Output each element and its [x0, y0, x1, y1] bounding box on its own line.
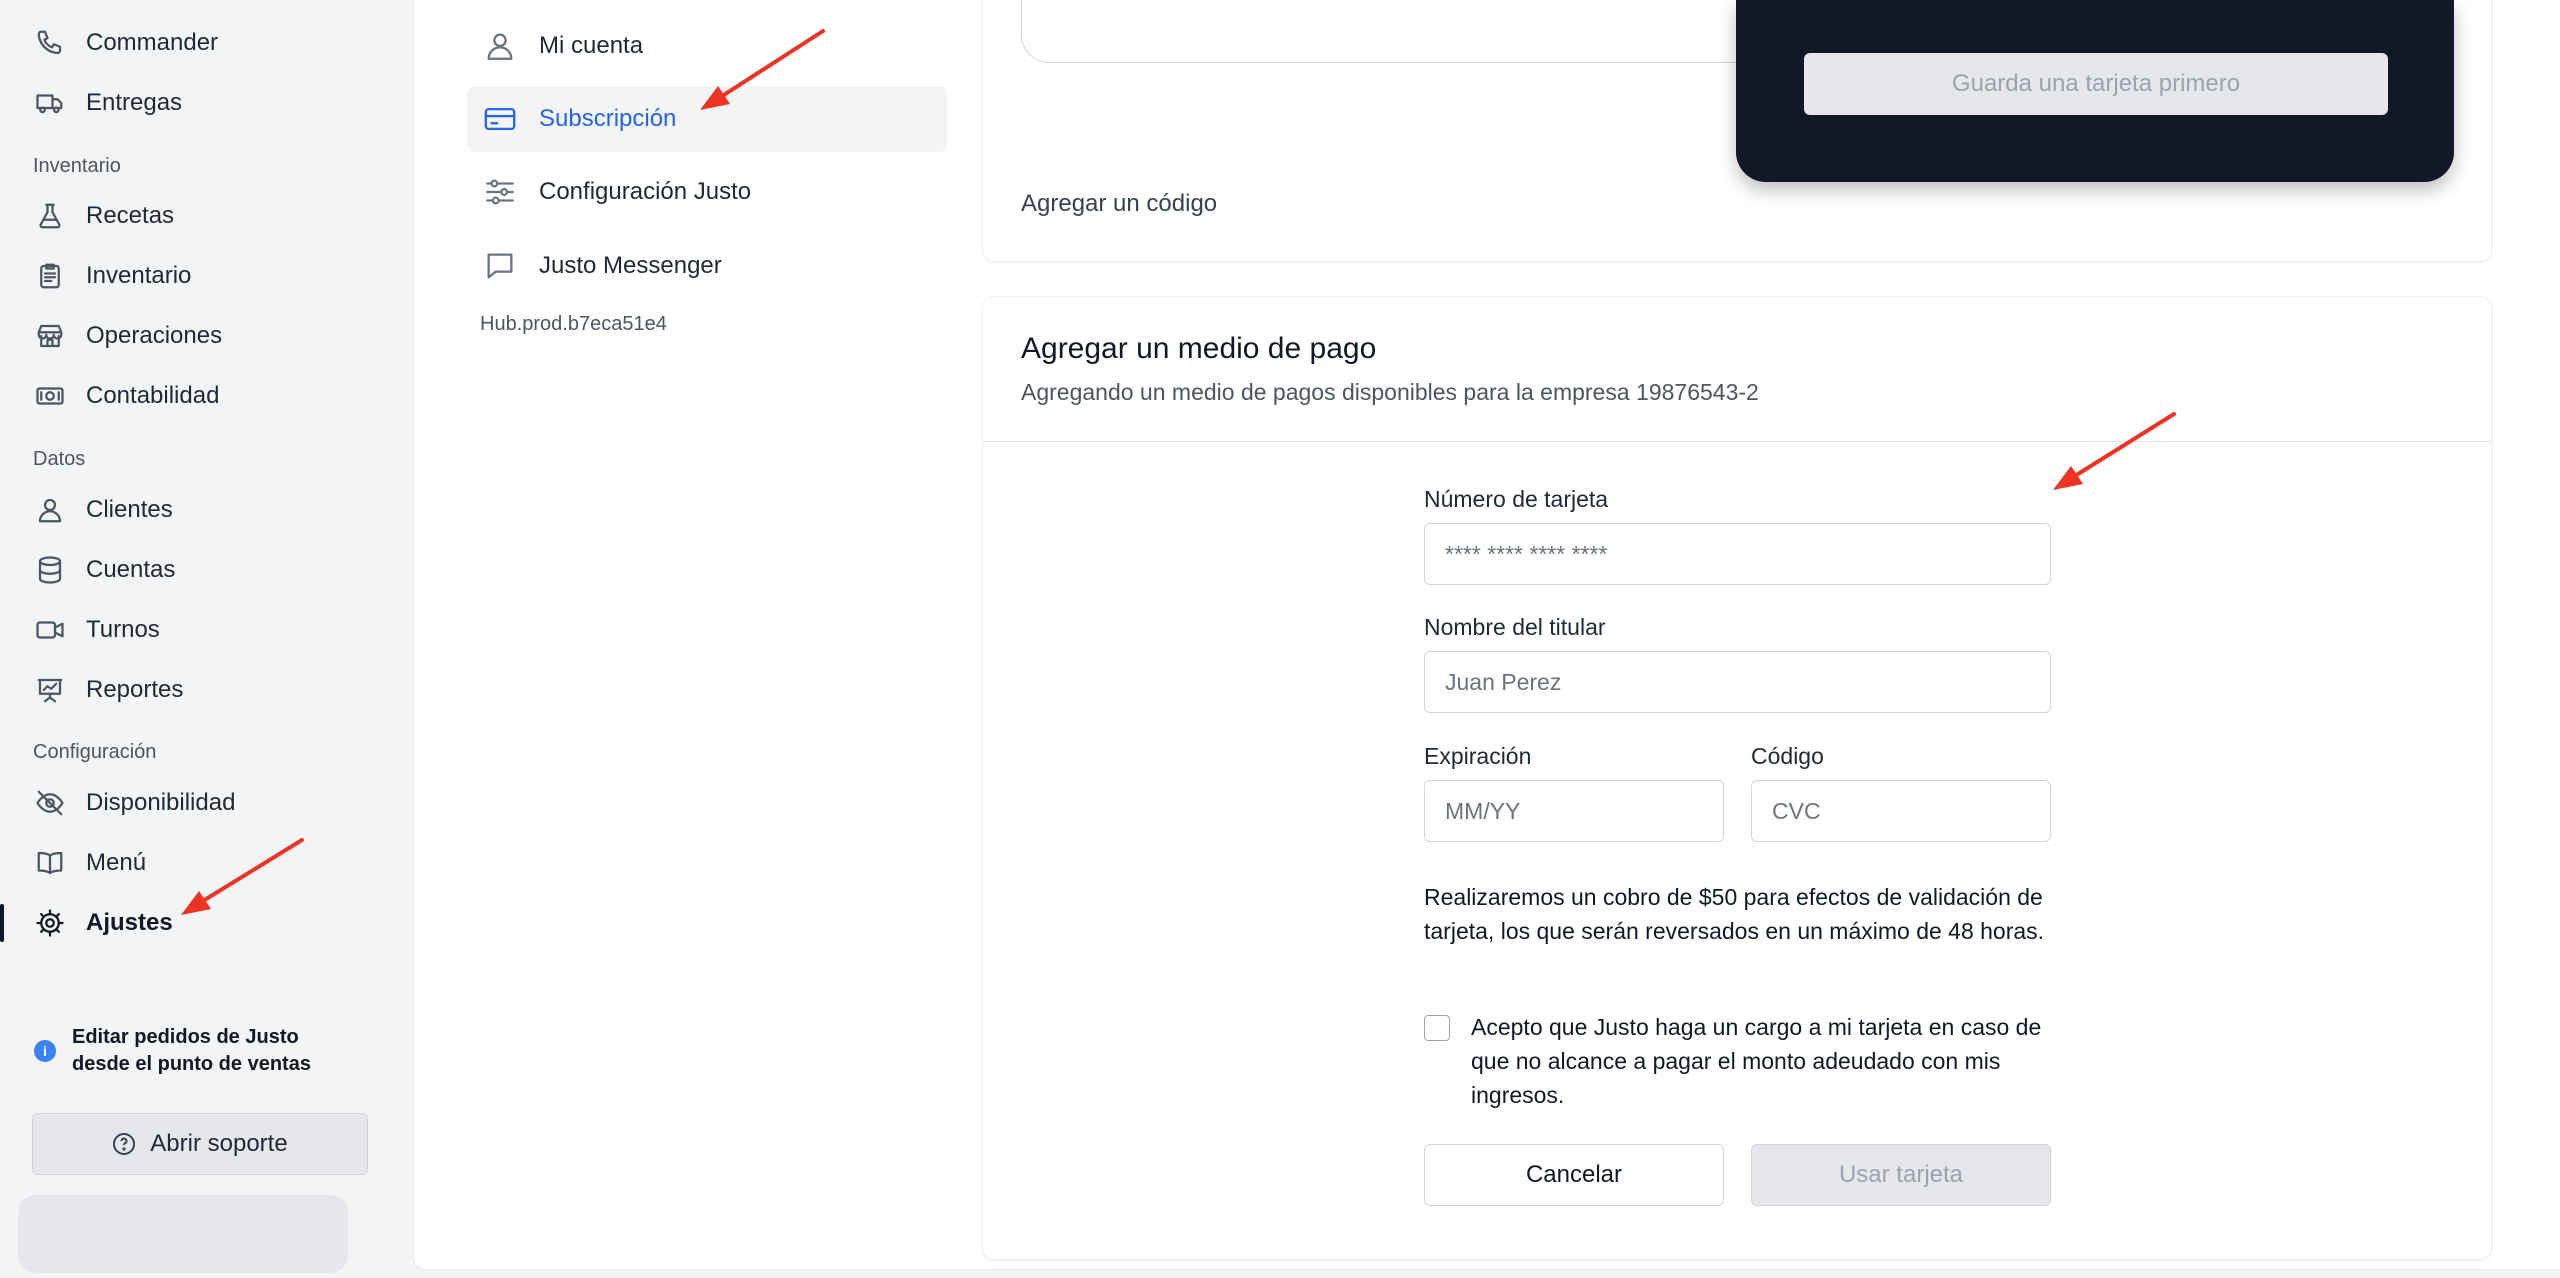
settings-nav-label: Mi cuenta — [539, 32, 644, 59]
card-number-label: Número de tarjeta — [1424, 486, 1609, 512]
presentation-chart-icon — [32, 672, 68, 708]
open-support-button[interactable]: Abrir soporte — [32, 1113, 368, 1175]
expiry-input[interactable] — [1424, 780, 1724, 842]
eye-off-icon — [32, 785, 68, 821]
sidebar-item-label: Operaciones — [86, 322, 223, 349]
sidebar-item-commander[interactable]: Commander — [32, 19, 392, 67]
payment-card-title: Agregar un medio de pago — [1021, 332, 1377, 365]
card-number-input[interactable] — [1424, 523, 2051, 585]
settings-nav-subscripcion[interactable]: Subscripción — [467, 86, 947, 152]
cash-icon — [32, 378, 68, 414]
holder-name-input[interactable] — [1424, 651, 2051, 713]
user-icon — [32, 492, 68, 528]
sidebar-item-label: Entregas — [86, 89, 183, 116]
validation-charge-notice: Realizaremos un cobro de $50 para efecto… — [1424, 884, 2045, 944]
hub-id-label: Hub.prod.b7eca51e4 — [480, 313, 667, 335]
settings-nav-label: Subscripción — [539, 105, 677, 132]
sidebar-item-label: Clientes — [86, 496, 173, 523]
sidebar-item-turnos[interactable]: Turnos — [32, 606, 392, 654]
sidebar-item-disponibilidad[interactable]: Disponibilidad — [32, 779, 392, 827]
code-input-field[interactable] — [1021, 0, 1841, 63]
sidebar-item-clientes[interactable]: Clientes — [32, 486, 392, 534]
info-icon: i — [34, 1040, 56, 1062]
sidebar-item-label: Reportes — [86, 676, 184, 703]
section-title-inventario: Inventario — [33, 155, 121, 177]
consent-text: Acepto que Justo haga un cargo a mi tarj… — [1471, 1014, 2042, 1108]
add-code-link[interactable]: Agregar un código — [1021, 190, 1217, 218]
save-card-first-button[interactable]: Guarda una tarjeta primero — [1804, 53, 2388, 115]
flask-icon — [32, 198, 68, 234]
info-note-text: Editar pedidos de Justo desde el punto d… — [72, 1026, 311, 1075]
sidebar-item-inventario[interactable]: Inventario — [32, 252, 392, 300]
sidebar-item-label: Cuentas — [86, 556, 176, 583]
truck-icon — [32, 85, 68, 121]
holder-name-label: Nombre del titular — [1424, 614, 1606, 640]
active-indicator — [0, 904, 4, 942]
settings-nav-label: Configuración Justo — [539, 178, 752, 205]
clipboard-icon — [32, 258, 68, 294]
sidebar-item-cuentas[interactable]: Cuentas — [32, 546, 392, 594]
sidebar-item-recetas[interactable]: Recetas — [32, 192, 392, 240]
cvc-label: Código — [1751, 743, 1824, 769]
settings-nav-mi-cuenta[interactable]: Mi cuenta — [467, 13, 947, 79]
sidebar-item-label: Menú — [86, 849, 147, 876]
video-icon — [32, 612, 68, 648]
card-divider — [982, 441, 2492, 442]
settings-nav-configuracion-justo[interactable]: Configuración Justo — [467, 159, 947, 225]
section-title-configuracion: Configuración — [33, 741, 157, 763]
sidebar-item-label: Ajustes — [86, 909, 173, 936]
main-sidebar: Commander Entregas Inventario Recetas In… — [0, 0, 412, 1278]
info-note: i Editar pedidos de Justo desde el punto… — [34, 1024, 334, 1078]
book-icon — [32, 845, 68, 881]
sidebar-item-operaciones[interactable]: Operaciones — [32, 312, 392, 360]
cvc-input[interactable] — [1751, 780, 2051, 842]
open-support-label: Abrir soporte — [150, 1130, 288, 1157]
user-icon — [481, 27, 519, 65]
sidebar-item-contabilidad[interactable]: Contabilidad — [32, 372, 392, 420]
settings-nav-label: Justo Messenger — [539, 252, 722, 279]
section-title-datos: Datos — [33, 448, 86, 470]
plan-summary-card: Guarda una tarjeta primero — [1736, 0, 2454, 182]
sidebar-item-label: Inventario — [86, 262, 192, 289]
sidebar-item-entregas[interactable]: Entregas — [32, 79, 392, 127]
sidebar-item-menu[interactable]: Menú — [32, 839, 392, 887]
user-profile-pill[interactable] — [18, 1195, 348, 1273]
help-circle-icon — [113, 1133, 136, 1155]
expiry-label: Expiración — [1424, 743, 1532, 769]
sidebar-item-label: Commander — [86, 29, 219, 56]
use-card-button[interactable]: Usar tarjeta — [1751, 1144, 2051, 1206]
consent-checkbox[interactable] — [1424, 1015, 1450, 1041]
chat-icon — [481, 247, 519, 285]
sidebar-item-reportes[interactable]: Reportes — [32, 666, 392, 714]
sidebar-item-ajustes[interactable]: Ajustes — [32, 899, 392, 947]
sidebar-item-label: Turnos — [86, 616, 160, 643]
settings-nav-justo-messenger[interactable]: Justo Messenger — [467, 233, 947, 299]
cancel-button[interactable]: Cancelar — [1424, 1144, 1724, 1206]
gear-icon — [32, 905, 68, 941]
sidebar-item-label: Contabilidad — [86, 382, 220, 409]
sidebar-item-label: Disponibilidad — [86, 789, 236, 816]
credit-card-icon — [481, 100, 519, 138]
sidebar-item-label: Recetas — [86, 202, 175, 229]
database-icon — [32, 552, 68, 588]
payment-card-subtitle: Agregando un medio de pagos disponibles … — [1021, 379, 1759, 405]
phone-icon — [32, 25, 68, 61]
store-icon — [32, 318, 68, 354]
sliders-icon — [481, 173, 519, 211]
